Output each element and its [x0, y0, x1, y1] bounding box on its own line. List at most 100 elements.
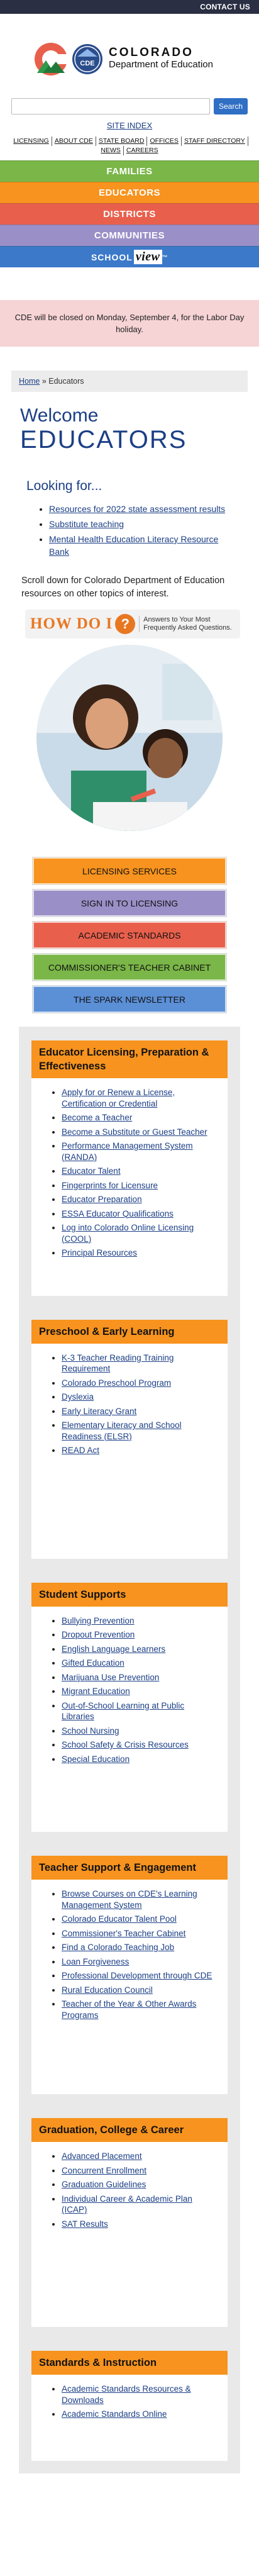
section-link[interactable]: Rural Education Council [62, 1985, 153, 1995]
util-link-licensing[interactable]: LICENSING [11, 137, 52, 146]
list-item: ESSA Educator Qualifications [62, 1208, 219, 1220]
section-link[interactable]: READ Act [62, 1446, 99, 1455]
looking-link-substitute[interactable]: Substitute teaching [49, 519, 124, 529]
list-item: Dropout Prevention [62, 1629, 219, 1641]
list-item: Mental Health Education Literacy Resourc… [49, 533, 239, 558]
section-link[interactable]: Academic Standards Online [62, 2409, 167, 2419]
section-link[interactable]: Fingerprints for Licensure [62, 1181, 158, 1190]
util-link-about-cde[interactable]: ABOUT CDE [52, 137, 96, 146]
cde-badge-text: CDE [80, 60, 94, 67]
spark-newsletter-button[interactable]: THE SPARK NEWSLETTER [33, 986, 226, 1013]
list-item: Migrant Education [62, 1686, 219, 1697]
list-item: English Language Learners [62, 1644, 219, 1655]
section-title: Standards & Instruction [31, 2351, 228, 2375]
section-teacher-support: Teacher Support & Engagement Browse Cour… [31, 1856, 228, 2094]
list-item: Colorado Educator Talent Pool [62, 1914, 219, 1925]
how-do-i-banner[interactable]: HOW DO I ? Answers to Your Most Frequent… [25, 610, 240, 638]
topic-sections: Educator Licensing, Preparation & Effect… [19, 1027, 240, 2473]
teacher-cabinet-button[interactable]: COMMISSIONER'S TEACHER CABINET [33, 954, 226, 981]
list-item: Loan Forgiveness [62, 1956, 219, 1968]
logo[interactable]: CDE [33, 42, 104, 77]
section-link[interactable]: Advanced Placement [62, 2151, 142, 2161]
nav-families[interactable]: FAMILIES [0, 160, 259, 182]
looking-link-assessment[interactable]: Resources for 2022 state assessment resu… [49, 504, 225, 514]
site-index-link[interactable]: SITE INDEX [107, 121, 152, 130]
section-link[interactable]: Individual Career & Academic Plan (ICAP) [62, 2194, 192, 2215]
list-item: Browse Courses on CDE's Learning Managem… [62, 1888, 219, 1910]
section-link[interactable]: Out-of-School Learning at Public Librari… [62, 1701, 184, 1722]
section-link[interactable]: Educator Talent [62, 1166, 121, 1176]
list-item: School Safety & Crisis Resources [62, 1739, 219, 1751]
section-link[interactable]: English Language Learners [62, 1644, 165, 1654]
section-link[interactable]: Bullying Prevention [62, 1616, 135, 1625]
section-link[interactable]: Find a Colorado Teaching Job [62, 1943, 174, 1952]
educators-heading: EDUCATORS [20, 426, 187, 454]
section-link[interactable]: K-3 Teacher Reading Training Requirement [62, 1353, 174, 1374]
contact-us-link[interactable]: CONTACT US [200, 3, 250, 11]
looking-for-heading: Looking for... [26, 479, 102, 493]
looking-link-mental-health[interactable]: Mental Health Education Literacy Resourc… [49, 534, 218, 557]
logo-text: COLORADO Department of Education [109, 46, 213, 70]
utility-links: LICENSING ABOUT CDE STATE BOARD OFFICES … [9, 137, 250, 155]
how-do-i-subtitle: Answers to Your Most Frequently Asked Qu… [139, 616, 232, 632]
section-link[interactable]: Teacher of the Year & Other Awards Progr… [62, 1999, 196, 2020]
section-link[interactable]: Marijuana Use Prevention [62, 1673, 159, 1682]
breadcrumb-home[interactable]: Home [19, 377, 40, 386]
section-link[interactable]: Academic Standards Resources & Downloads [62, 2384, 191, 2405]
util-link-offices[interactable]: OFFICES [147, 137, 182, 146]
main-nav: FAMILIES EDUCATORS DISTRICTS COMMUNITIES… [0, 160, 259, 267]
section-link[interactable]: Early Literacy Grant [62, 1407, 136, 1416]
section-link[interactable]: Special Education [62, 1754, 130, 1764]
teacher-student-illustration [36, 645, 223, 831]
logo-dept: Department of Education [109, 59, 213, 70]
util-link-news[interactable]: NEWS [98, 146, 124, 155]
section-link[interactable]: SAT Results [62, 2219, 108, 2229]
section-link[interactable]: Become a Teacher [62, 1113, 132, 1122]
nav-educators[interactable]: EDUCATORS [0, 182, 259, 203]
search-input[interactable] [11, 98, 210, 114]
nav-schoolview[interactable]: SCHOOL view ™ [0, 246, 259, 267]
nav-communities[interactable]: COMMUNITIES [0, 225, 259, 246]
section-link[interactable]: Apply for or Renew a License, Certificat… [62, 1088, 175, 1108]
section-link[interactable]: Colorado Preschool Program [62, 1378, 171, 1388]
licensing-services-button[interactable]: LICENSING SERVICES [33, 857, 226, 884]
section-link[interactable]: Principal Resources [62, 1248, 137, 1257]
breadcrumb: Home » Educators [11, 371, 248, 392]
section-licensing: Educator Licensing, Preparation & Effect… [31, 1040, 228, 1296]
section-link[interactable]: Gifted Education [62, 1658, 124, 1668]
section-link[interactable]: Dyslexia [62, 1392, 94, 1402]
section-link[interactable]: Graduation Guidelines [62, 2180, 146, 2189]
section-link[interactable]: Educator Preparation [62, 1195, 142, 1204]
section-link[interactable]: Browse Courses on CDE's Learning Managem… [62, 1889, 197, 1910]
section-link[interactable]: Colorado Educator Talent Pool [62, 1914, 177, 1924]
util-link-careers[interactable]: CAREERS [124, 146, 161, 155]
section-link[interactable]: Become a Substitute or Guest Teacher [62, 1127, 207, 1137]
section-link[interactable]: School Safety & Crisis Resources [62, 1740, 189, 1749]
list-item: Special Education [62, 1754, 219, 1765]
list-item: Colorado Preschool Program [62, 1378, 219, 1389]
section-title: Preschool & Early Learning [31, 1319, 228, 1344]
section-link[interactable]: Loan Forgiveness [62, 1957, 129, 1966]
list-item: Performance Management System (RANDA) [62, 1140, 219, 1163]
section-link[interactable]: School Nursing [62, 1726, 119, 1736]
util-link-staff-directory[interactable]: STAFF DIRECTORY [182, 137, 248, 146]
section-link[interactable]: Dropout Prevention [62, 1630, 135, 1639]
sign-in-licensing-button[interactable]: SIGN IN TO LICENSING [33, 889, 226, 917]
section-link[interactable]: ESSA Educator Qualifications [62, 1209, 174, 1218]
section-link[interactable]: Professional Development through CDE [62, 1971, 212, 1980]
section-link[interactable]: Migrant Education [62, 1687, 130, 1696]
section-link[interactable]: Commissioner's Teacher Cabinet [62, 1929, 185, 1938]
list-item: Find a Colorado Teaching Job [62, 1942, 219, 1953]
section-link[interactable]: Concurrent Enrollment [62, 2166, 146, 2175]
section-link[interactable]: Elementary Literacy and School Readiness… [62, 1420, 182, 1441]
section-link[interactable]: Log into Colorado Online Licensing (COOL… [62, 1223, 194, 1244]
util-link-state-board[interactable]: STATE BOARD [96, 137, 148, 146]
academic-standards-button[interactable]: ACADEMIC STANDARDS [33, 922, 226, 949]
looking-for-list: Resources for 2022 state assessment resu… [49, 503, 239, 558]
list-item: Individual Career & Academic Plan (ICAP) [62, 2194, 219, 2216]
nav-districts[interactable]: DISTRICTS [0, 203, 259, 225]
search-button[interactable]: Search [214, 98, 248, 114]
logo-state: COLORADO [109, 46, 194, 59]
section-link[interactable]: Performance Management System (RANDA) [62, 1141, 193, 1162]
section-preschool: Preschool & Early Learning K-3 Teacher R… [31, 1319, 228, 1559]
